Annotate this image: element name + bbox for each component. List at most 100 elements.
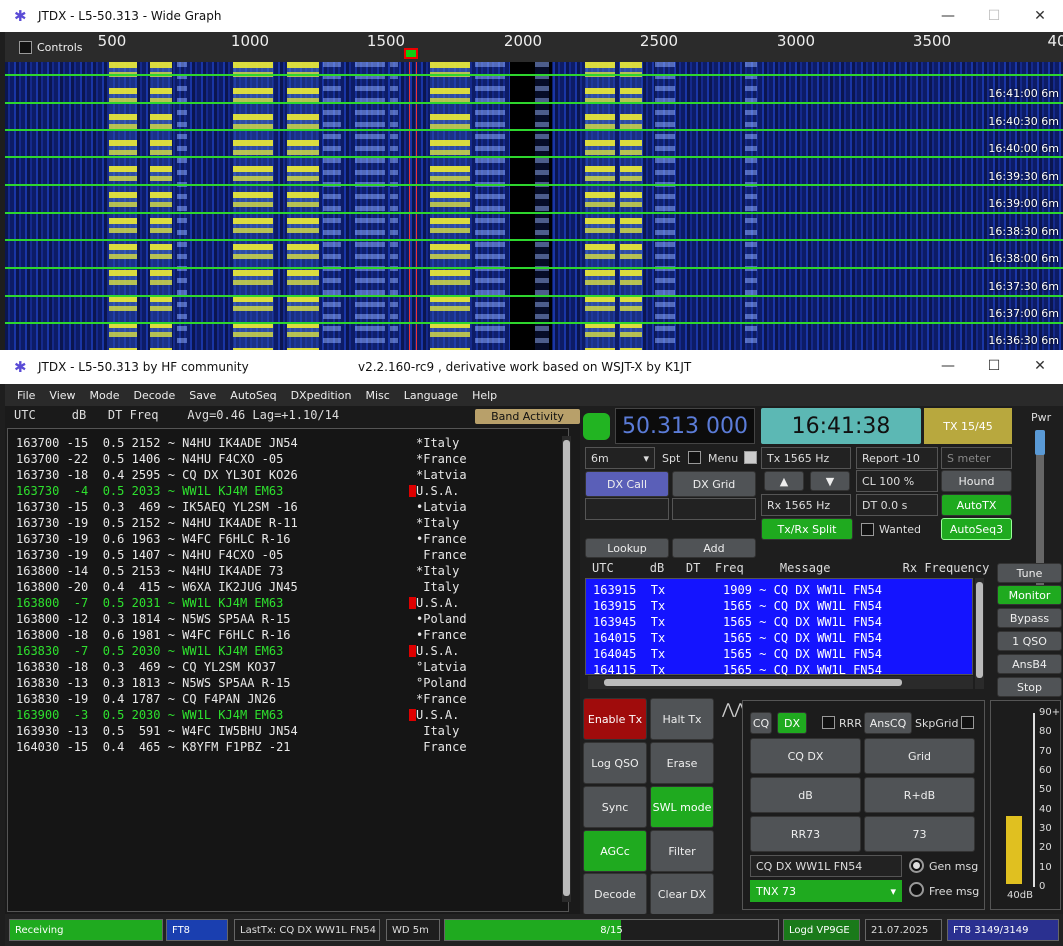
rrr-checkbox[interactable] — [822, 716, 835, 729]
txrx-split-button[interactable]: Tx/Rx Split — [761, 518, 853, 540]
decode-row[interactable]: 163800 -12 0.3 1814 ~ N5WS SP5AA R-15 •Po… — [16, 611, 568, 627]
dx-button[interactable]: DX — [777, 712, 807, 734]
decode-row[interactable]: 163730 -19 0.6 1963 ~ W4FC F6HLC R-16 •Fr… — [16, 531, 568, 547]
controls-toggle[interactable]: Controls — [19, 41, 83, 54]
maximize-icon[interactable]: ☐ — [971, 0, 1017, 32]
dx-grid-button[interactable]: DX Grid — [672, 471, 756, 497]
dt-field[interactable]: DT 0.0 s — [856, 494, 938, 516]
tx-row[interactable]: 164015 Tx 1565 ~ CQ DX WW1L FN54 — [593, 630, 972, 646]
waterfall-display[interactable]: 16:41:00 6m 16:40:30 6m 16:40:00 6m 16:3… — [5, 62, 1063, 350]
decode-row[interactable]: 163700 -22 0.5 1406 ~ N4HU F4CXO -05 *Fra… — [16, 451, 568, 467]
tx-frequency-field[interactable]: Tx 1565 Hz — [761, 447, 851, 469]
close-icon[interactable]: ✕ — [1017, 350, 1063, 382]
skpgrid-checkbox[interactable] — [961, 716, 974, 729]
frequency-scale[interactable]: Controls 500 1000 1500 2000 2500 3000 35… — [5, 32, 1063, 62]
menu-decode[interactable]: Decode — [134, 389, 176, 402]
spt-checkbox[interactable] — [688, 451, 701, 464]
scrollbar-thumb[interactable] — [604, 679, 902, 686]
sync-button[interactable]: Sync — [583, 786, 647, 828]
free-msg-radio[interactable] — [909, 882, 924, 897]
tx-frequency-marker[interactable] — [404, 48, 418, 59]
cl-field[interactable]: CL 100 % — [856, 470, 938, 492]
stop-button[interactable]: Stop — [997, 677, 1062, 697]
band-select[interactable]: 6m ▾ — [585, 447, 655, 469]
wanted-checkbox[interactable] — [861, 523, 874, 536]
decode-row[interactable]: 163830 -19 0.4 1787 ~ CQ F4PAN JN26 *Fran… — [16, 691, 568, 707]
monitor-button[interactable]: Monitor — [997, 585, 1062, 605]
tx-period-button[interactable]: TX 15/45 — [924, 408, 1012, 444]
rr73-button[interactable]: RR73 — [750, 816, 861, 852]
menu-misc[interactable]: Misc — [365, 389, 389, 402]
scrollbar-thumb[interactable] — [563, 440, 570, 896]
swl-mode-button[interactable]: SWL mode — [650, 786, 714, 828]
freq-up-button[interactable]: ▲ — [764, 471, 804, 491]
anscq-button[interactable]: AnsCQ — [864, 712, 912, 734]
ansb4-button[interactable]: AnsB4 — [997, 654, 1062, 674]
decode-row[interactable]: 163830 -13 0.3 1813 ~ N5WS SP5AA R-15 °Po… — [16, 675, 568, 691]
rx-frequency-list[interactable]: 163915 Tx 1909 ~ CQ DX WW1L FN54 163915 T… — [585, 578, 973, 677]
free-msg-select[interactable]: TNX 73 ▾ — [750, 880, 902, 902]
tx-row[interactable]: 163945 Tx 1565 ~ CQ DX WW1L FN54 — [593, 614, 972, 630]
decode-row[interactable]: 163730 -18 0.4 2595 ~ CQ DX YL3OI KO26 *L… — [16, 467, 568, 483]
tx-table-hscroll[interactable] — [588, 676, 973, 689]
one-qso-button[interactable]: 1 QSO — [997, 631, 1062, 651]
73-button[interactable]: 73 — [864, 816, 975, 852]
menu-help[interactable]: Help — [472, 389, 497, 402]
decode-row[interactable]: 163700 -15 0.5 2152 ~ N4HU IK4ADE JN54 *I… — [16, 435, 568, 451]
scrollbar-thumb[interactable] — [976, 582, 983, 678]
menu-language[interactable]: Language — [404, 389, 458, 402]
decode-row[interactable]: 163800 -7 0.5 2031 ~ WW1L KJ4M EM63 U.S.A… — [16, 595, 568, 611]
menu-mode[interactable]: Mode — [90, 389, 120, 402]
minimize-icon[interactable]: — — [925, 350, 971, 382]
minimize-icon[interactable]: — — [925, 0, 971, 32]
maximize-icon[interactable]: ☐ — [971, 350, 1017, 382]
tx-row[interactable]: 164045 Tx 1565 ~ CQ DX WW1L FN54 — [593, 646, 972, 662]
rx-frequency-field[interactable]: Rx 1565 Hz — [761, 494, 851, 516]
halt-tx-button[interactable]: Halt Tx — [650, 698, 714, 740]
controls-checkbox[interactable] — [19, 41, 32, 54]
grid-button[interactable]: Grid — [864, 738, 975, 774]
db-button[interactable]: dB — [750, 777, 861, 813]
decode-row[interactable]: 163830 -18 0.3 469 ~ CQ YL2SM KO37 °Latvi… — [16, 659, 568, 675]
dx-grid-input[interactable] — [672, 498, 756, 520]
decode-row[interactable]: 164030 -15 0.4 465 ~ K8YFM F1PBZ -21 Fra… — [16, 739, 568, 755]
tx-row[interactable]: 163915 Tx 1565 ~ CQ DX WW1L FN54 — [593, 598, 972, 614]
menu-dxpedition[interactable]: DXpedition — [291, 389, 352, 402]
decode-row[interactable]: 163800 -14 0.5 2153 ~ N4HU IK4ADE 73 *Ita… — [16, 563, 568, 579]
decode-row[interactable]: 163830 -7 0.5 2030 ~ WW1L KJ4M EM63 U.S.A… — [16, 643, 568, 659]
decode-row[interactable]: 163730 -19 0.5 2152 ~ N4HU IK4ADE R-11 *I… — [16, 515, 568, 531]
enable-tx-button[interactable]: Enable Tx — [583, 698, 647, 740]
decode-button[interactable]: Decode — [583, 873, 647, 915]
freq-down-button[interactable]: ▼ — [810, 471, 850, 491]
decode-row[interactable]: 163800 -20 0.4 415 ~ W6XA IK2JUG JN45 It… — [16, 579, 568, 595]
bypass-button[interactable]: Bypass — [997, 608, 1062, 628]
tune-button[interactable]: Tune — [997, 563, 1062, 583]
lookup-button[interactable]: Lookup — [585, 538, 669, 558]
menu-checkbox[interactable] — [744, 451, 757, 464]
erase-button[interactable]: Erase — [650, 742, 714, 784]
hound-button[interactable]: Hound — [941, 470, 1012, 492]
tx-table-vscroll[interactable] — [975, 578, 984, 689]
autotx-button[interactable]: AutoTX — [941, 494, 1012, 516]
close-icon[interactable]: ✕ — [1017, 0, 1063, 32]
agcc-button[interactable]: AGCc — [583, 830, 647, 872]
clear-dx-button[interactable]: Clear DX — [650, 873, 714, 915]
dx-call-input[interactable] — [585, 498, 669, 520]
menu-autoseq[interactable]: AutoSeq — [230, 389, 276, 402]
autoseq3-button[interactable]: AutoSeq3 — [941, 518, 1012, 540]
decode-list[interactable]: 163700 -15 0.5 2152 ~ N4HU IK4ADE JN54 *I… — [7, 428, 569, 912]
decode-scrollbar[interactable] — [562, 436, 571, 902]
gen-msg-radio[interactable] — [909, 858, 924, 873]
decode-row[interactable]: 163900 -3 0.5 2030 ~ WW1L KJ4M EM63 U.S.A… — [16, 707, 568, 723]
decode-row[interactable]: 163730 -4 0.5 2033 ~ WW1L KJ4M EM63 U.S.A… — [16, 483, 568, 499]
menu-save[interactable]: Save — [189, 389, 216, 402]
power-slider-handle[interactable] — [1035, 430, 1045, 455]
decode-row[interactable]: 163730 -19 0.5 1407 ~ N4HU F4CXO -05 Fra… — [16, 547, 568, 563]
decode-row[interactable]: 163800 -18 0.6 1981 ~ W4FC F6HLC R-16 •Fr… — [16, 627, 568, 643]
tx-row[interactable]: 163915 Tx 1909 ~ CQ DX WW1L FN54 — [593, 582, 972, 598]
cq-button[interactable]: CQ — [750, 712, 772, 734]
cq-dx-button[interactable]: CQ DX — [750, 738, 861, 774]
gen-msg-field[interactable]: CQ DX WW1L FN54 — [750, 855, 902, 877]
menu-file[interactable]: File — [17, 389, 35, 402]
menu-view[interactable]: View — [49, 389, 75, 402]
